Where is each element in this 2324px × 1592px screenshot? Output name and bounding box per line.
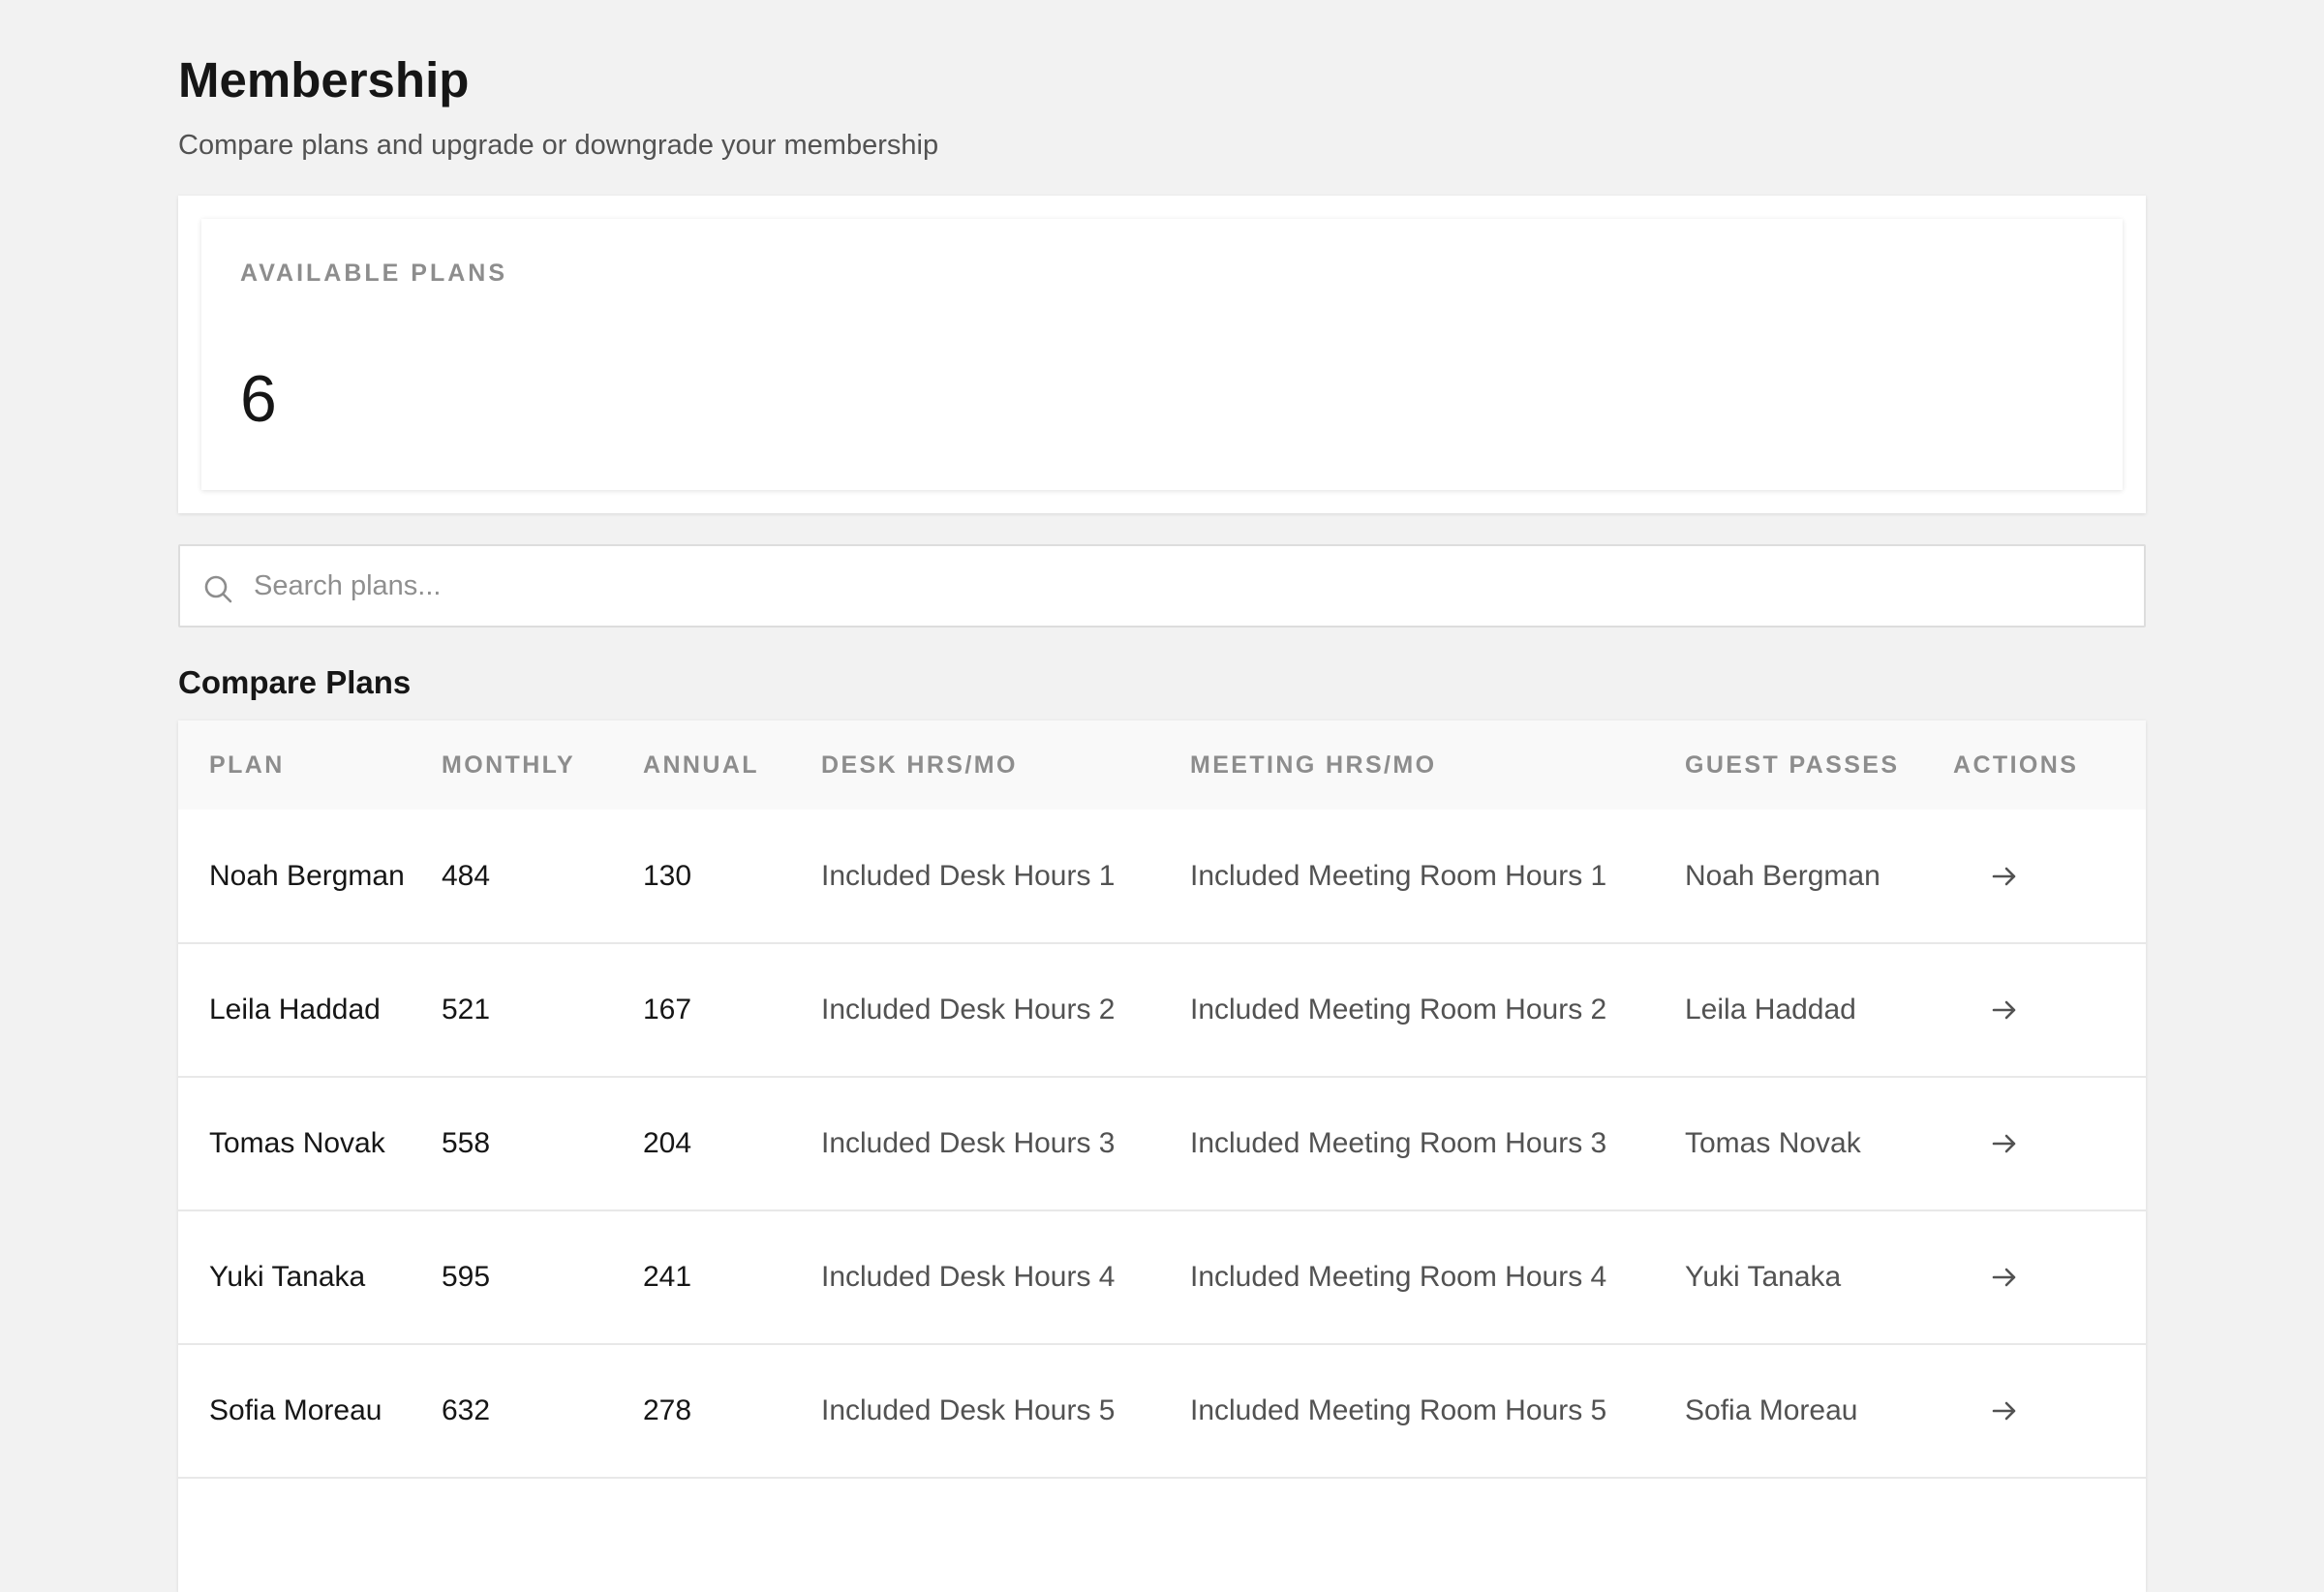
desk-hours-cell: Included Desk Hours 4 bbox=[821, 1261, 1116, 1293]
stat-value: 6 bbox=[240, 362, 277, 436]
column-header-monthly: MONTHLY bbox=[442, 750, 576, 779]
view-plan-button[interactable] bbox=[1985, 857, 2024, 896]
monthly-price-cell: 632 bbox=[442, 1394, 491, 1426]
column-header-actions: ACTIONS bbox=[1953, 750, 2079, 779]
search-icon bbox=[203, 574, 232, 603]
desk-hours-cell: Included Desk Hours 5 bbox=[821, 1394, 1116, 1426]
plans-table-card: PLAN MONTHLY ANNUAL DESK HRS/MO MEETING … bbox=[178, 720, 2146, 1592]
stats-panel: AVAILABLE PLANS 6 bbox=[178, 196, 2146, 513]
monthly-price-cell: 595 bbox=[442, 1261, 491, 1293]
guest-passes-cell: Leila Haddad bbox=[1685, 994, 1856, 1026]
view-plan-button[interactable] bbox=[1985, 1392, 2024, 1430]
table-row: Yuki Tanaka 595 241 Included Desk Hours … bbox=[178, 1210, 2146, 1344]
search-box[interactable] bbox=[178, 544, 2146, 628]
desk-hours-cell: Included Desk Hours 3 bbox=[821, 1127, 1116, 1159]
plan-name-cell: Sofia Moreau bbox=[209, 1394, 382, 1426]
guest-passes-cell: Tomas Novak bbox=[1685, 1127, 1861, 1159]
annual-price-cell: 130 bbox=[643, 859, 692, 892]
plan-name-cell: Tomas Novak bbox=[209, 1127, 385, 1159]
available-plans-card: AVAILABLE PLANS 6 bbox=[201, 219, 2123, 490]
annual-price-cell: 204 bbox=[643, 1127, 692, 1159]
actions-cell bbox=[1953, 810, 2146, 943]
view-plan-button[interactable] bbox=[1985, 991, 2024, 1029]
arrow-right-icon bbox=[1992, 1268, 2016, 1287]
monthly-price-cell: 558 bbox=[442, 1127, 491, 1159]
view-plan-button[interactable] bbox=[1985, 1124, 2024, 1163]
monthly-price-cell: 521 bbox=[442, 994, 491, 1026]
table-header: PLAN MONTHLY ANNUAL DESK HRS/MO MEETING … bbox=[178, 720, 2146, 810]
search-input[interactable] bbox=[254, 546, 2123, 626]
meeting-hours-cell: Included Meeting Room Hours 1 bbox=[1190, 859, 1607, 892]
arrow-right-icon bbox=[1992, 1401, 2016, 1421]
arrow-right-icon bbox=[1992, 1000, 2016, 1020]
page-subtitle: Compare plans and upgrade or downgrade y… bbox=[178, 130, 939, 161]
annual-price-cell: 278 bbox=[643, 1394, 692, 1426]
table-row: Leila Haddad 521 167 Included Desk Hours… bbox=[178, 943, 2146, 1077]
plans-table: PLAN MONTHLY ANNUAL DESK HRS/MO MEETING … bbox=[178, 720, 2146, 1479]
table-body: Noah Bergman 484 130 Included Desk Hours… bbox=[178, 810, 2146, 1478]
guest-passes-cell: Sofia Moreau bbox=[1685, 1394, 1858, 1426]
stat-label: AVAILABLE PLANS bbox=[240, 260, 508, 287]
annual-price-cell: 241 bbox=[643, 1261, 692, 1293]
column-header-guest-passes: GUEST PASSES bbox=[1685, 750, 1900, 779]
actions-cell bbox=[1953, 1210, 2146, 1344]
section-title: Compare Plans bbox=[178, 664, 412, 700]
column-header-desk-hours: DESK HRS/MO bbox=[821, 750, 1018, 779]
arrow-right-icon bbox=[1992, 1134, 2016, 1153]
meeting-hours-cell: Included Meeting Room Hours 3 bbox=[1190, 1127, 1607, 1159]
monthly-price-cell: 484 bbox=[442, 859, 491, 892]
plan-name-cell: Leila Haddad bbox=[209, 994, 381, 1026]
actions-cell bbox=[1953, 943, 2146, 1077]
plan-name-cell: Noah Bergman bbox=[209, 859, 405, 892]
guest-passes-cell: Yuki Tanaka bbox=[1685, 1261, 1842, 1293]
plan-name-cell: Yuki Tanaka bbox=[209, 1261, 366, 1293]
header-row: PLAN MONTHLY ANNUAL DESK HRS/MO MEETING … bbox=[178, 720, 2146, 810]
column-header-meeting-hours: MEETING HRS/MO bbox=[1190, 750, 1437, 779]
view-plan-button[interactable] bbox=[1985, 1258, 2024, 1297]
desk-hours-cell: Included Desk Hours 1 bbox=[821, 859, 1116, 892]
arrow-right-icon bbox=[1992, 867, 2016, 885]
guest-passes-cell: Noah Bergman bbox=[1685, 859, 1881, 892]
table-row: Noah Bergman 484 130 Included Desk Hours… bbox=[178, 810, 2146, 943]
annual-price-cell: 167 bbox=[643, 994, 692, 1026]
actions-cell bbox=[1953, 1344, 2146, 1478]
table-row: Sofia Moreau 632 278 Included Desk Hours… bbox=[178, 1344, 2146, 1478]
meeting-hours-cell: Included Meeting Room Hours 4 bbox=[1190, 1261, 1607, 1293]
column-header-annual: ANNUAL bbox=[643, 750, 759, 779]
page-title: Membership bbox=[178, 52, 470, 107]
table-row: Tomas Novak 558 204 Included Desk Hours … bbox=[178, 1077, 2146, 1210]
meeting-hours-cell: Included Meeting Room Hours 2 bbox=[1190, 994, 1607, 1026]
actions-cell bbox=[1953, 1077, 2146, 1210]
column-header-plan: PLAN bbox=[209, 750, 285, 779]
desk-hours-cell: Included Desk Hours 2 bbox=[821, 994, 1116, 1026]
meeting-hours-cell: Included Meeting Room Hours 5 bbox=[1190, 1394, 1607, 1426]
